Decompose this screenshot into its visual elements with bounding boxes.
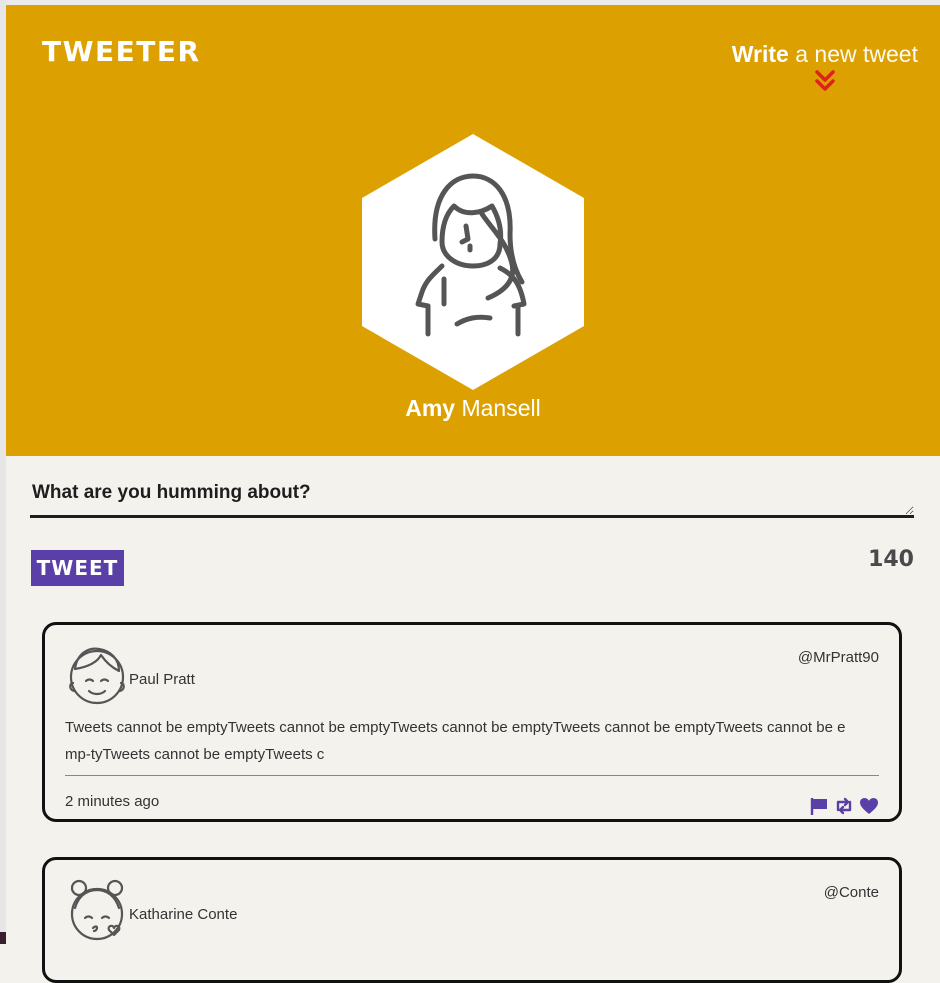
profile-name: Amy Mansell [6,395,940,422]
profile-header: TWEETER Write a new tweet Amy Mansell [6,5,940,456]
tweet-actions [809,796,879,816]
tweet-author-handle[interactable]: @Conte [824,884,879,901]
tweet-author-name: Paul Pratt [129,671,195,688]
tweet-card: Paul Pratt @MrPratt90 Tweets cannot be e… [42,622,902,822]
tweet-timestamp: 2 minutes ago [65,793,160,810]
tweet-button[interactable]: TWEET [31,550,124,586]
profile-first-name: Amy [405,395,456,421]
flag-icon[interactable] [809,796,829,816]
retweet-icon[interactable] [834,796,854,816]
profile-last-name: Mansell [461,395,541,421]
tweet-input[interactable] [30,470,914,518]
character-counter: 140 [868,547,914,572]
compose-toggle-light: a new tweet [795,41,918,67]
profile-avatar [362,134,584,390]
tweet-avatar [69,647,125,705]
tweet-text: Tweets cannot be emptyTweets cannot be e… [65,719,846,763]
tweet-avatar [70,879,124,941]
compose-form [30,470,914,523]
heart-icon[interactable] [859,796,879,816]
app-logo[interactable]: TWEETER [42,35,201,68]
compose-toggle-strong: Write [731,41,789,67]
tweet-divider [65,775,879,776]
write-new-tweet-toggle[interactable]: Write a new tweet [732,41,918,92]
double-chevron-down-icon[interactable] [815,70,835,92]
tweet-card: Katharine Conte @Conte [42,857,902,983]
left-edge-dark-block [0,932,6,944]
tweet-author-handle[interactable]: @MrPratt90 [798,649,879,666]
tweet-author-name: Katharine Conte [129,906,238,923]
